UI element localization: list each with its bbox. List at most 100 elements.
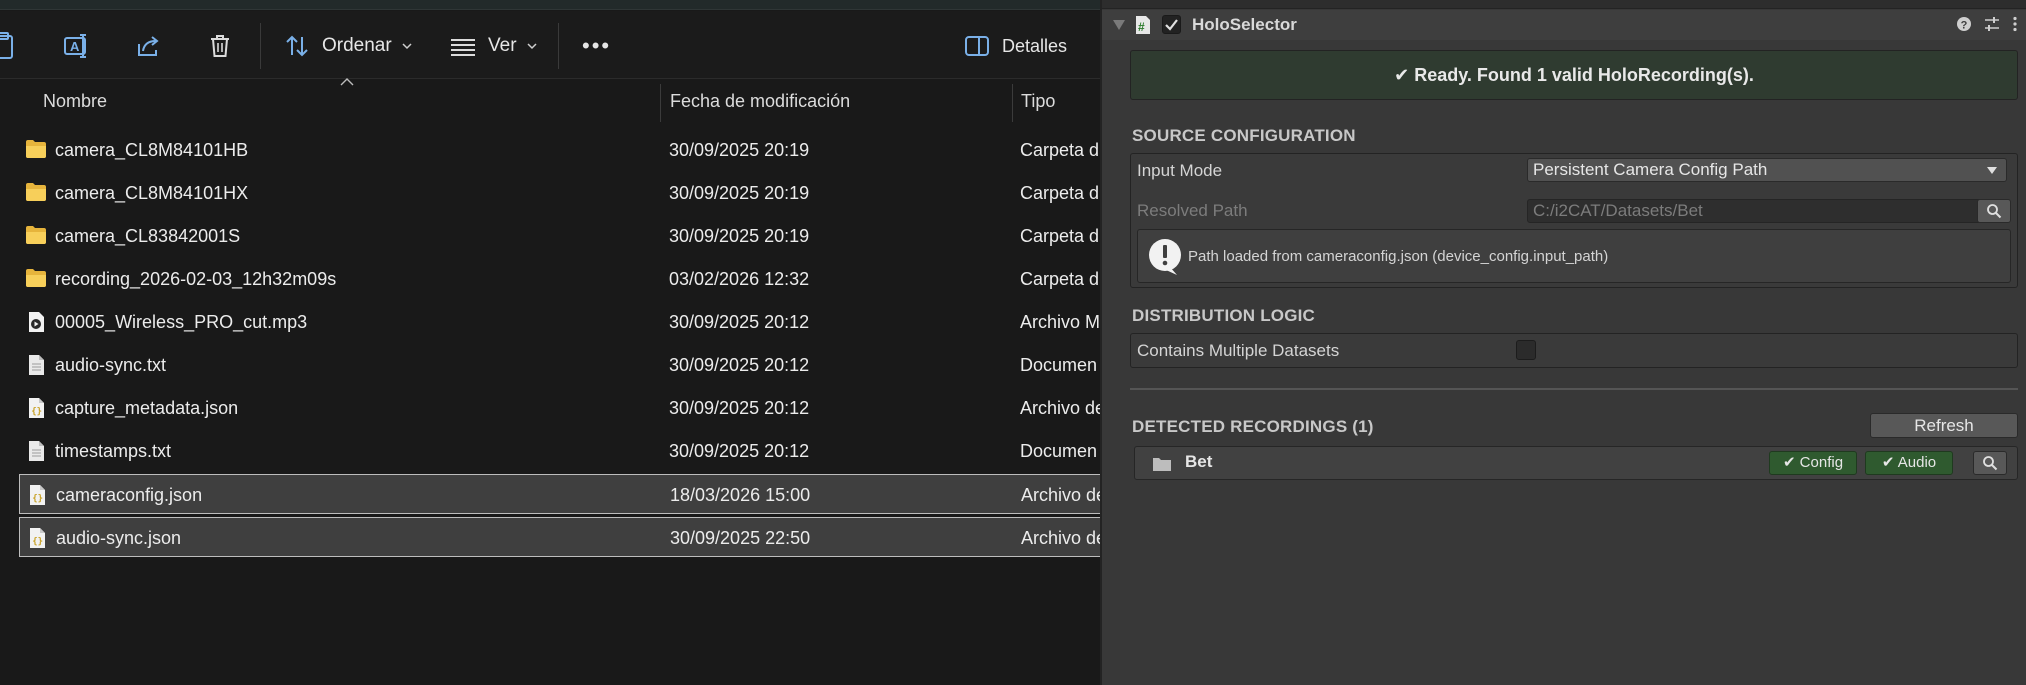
json-file-icon: {} [26,527,48,549]
file-modified-date: 03/02/2026 12:32 [669,269,810,289]
sort-button[interactable]: Ordenar [284,27,412,65]
more-options-button[interactable]: ••• [582,27,611,65]
file-name: recording_2026-02-03_12h32m09s [55,269,337,289]
path-info-text: Path loaded from cameraconfig.json (devi… [1188,248,1609,265]
file-modified-date: 30/09/2025 20:12 [669,441,810,461]
audio-status-badge: ✔ Audio [1865,451,1953,475]
search-icon [1987,204,2002,219]
multiple-datasets-label: Contains Multiple Datasets [1137,341,1340,360]
distribution-logic-box: Contains Multiple Datasets [1130,333,2018,368]
config-status-badge: ✔ Config [1769,451,1857,475]
share-icon[interactable] [134,27,162,65]
resolved-path-field: C:/i2CAT/Datasets/Bet [1527,199,2002,223]
column-divider[interactable] [1012,84,1013,122]
column-date-header[interactable]: Fecha de modificación [670,80,850,122]
file-modified-date: 30/09/2025 20:12 [669,398,810,418]
file-name: capture_metadata.json [55,398,239,418]
column-header: Nombre Fecha de modificación Tipo [0,80,1100,122]
input-mode-value: Persistent Camera Config Path [1533,160,1768,179]
file-row[interactable]: timestamps.txt 30/09/2025 20:12 Documen [19,431,1100,471]
toolbar-separator [558,23,559,69]
view-label: Ver [488,35,517,56]
file-modified-date: 30/09/2025 20:19 [669,226,810,246]
file-type: Carpeta d [1020,183,1100,203]
chevron-down-icon [402,43,412,50]
presets-sliders-icon[interactable] [1984,16,2000,32]
foldout-arrow-icon[interactable] [1112,19,1126,31]
details-button[interactable]: Detalles [964,27,1067,65]
file-modified-date: 30/09/2025 20:12 [669,355,810,375]
file-modified-date: 30/09/2025 20:19 [669,140,810,160]
multiple-datasets-checkbox[interactable] [1516,340,1536,360]
audio-file-icon [25,311,47,333]
column-type-header[interactable]: Tipo [1021,80,1055,122]
explorer-top-strip [0,0,1100,10]
svg-text:?: ? [1961,20,1968,32]
rename-icon[interactable]: A [62,27,90,65]
sort-label: Ordenar [322,35,392,56]
explorer-toolbar: A Ordenar Ver ••• Detalles [0,11,1100,79]
path-info-box: Path loaded from cameraconfig.json (devi… [1137,229,2011,283]
info-warning-icon [1149,239,1181,275]
file-row[interactable]: camera_CL8M84101HB 30/09/2025 20:19 Carpet… [19,130,1100,170]
file-modified-date: 30/09/2025 20:19 [669,183,810,203]
file-type: Archivo de [1020,398,1100,418]
kebab-menu-icon[interactable] [2012,16,2018,32]
file-type: Carpeta d [1020,140,1100,160]
file-row[interactable]: audio-sync.txt 30/09/2025 20:12 Documen [19,345,1100,385]
browse-path-button[interactable] [1977,199,2011,223]
file-name: audio-sync.json [56,528,182,548]
refresh-button[interactable]: Refresh [1870,413,2018,438]
file-modified-date: 18/03/2026 15:00 [670,485,811,505]
file-row[interactable]: {} audio-sync.json 30/09/2025 22:50 Archivo… [19,517,1100,557]
resolved-path-value: C:/i2CAT/Datasets/Bet [1533,201,1703,220]
file-row[interactable]: {} cameraconfig.json 18/03/2026 15:00 Archi… [19,474,1100,514]
file-name: 00005_Wireless_PRO_cut.mp3 [55,312,308,332]
details-label: Detalles [1002,35,1068,56]
column-divider[interactable] [660,84,661,122]
dropdown-arrow-icon [1987,167,1997,174]
text-file-icon [25,354,47,376]
sort-icon [286,35,308,57]
details-pane-icon [965,36,989,56]
file-row[interactable]: camera_CL83842001S 30/09/2025 20:19 Carpet… [19,216,1100,256]
file-type: Carpeta d [1020,226,1100,246]
view-button[interactable]: Ver [450,27,537,65]
folder-icon [1153,458,1171,471]
status-message: ✔ Ready. Found 1 valid HoloRecording(s). [1394,64,1754,85]
svg-text:#: # [1138,20,1145,34]
file-row[interactable]: {} capture_metadata.json 30/09/2025 20:12 A… [19,388,1100,428]
source-configuration-box: Input Mode Persistent Camera Config Path… [1130,153,2018,288]
folder-icon [25,268,47,290]
file-name: audio-sync.txt [55,355,167,375]
file-name: camera_CL83842001S [55,226,241,246]
recording-item[interactable]: Bet ✔ Config ✔ Audio [1134,446,2018,480]
component-enabled-checkbox[interactable] [1162,15,1181,34]
file-type: Archivo de [1021,528,1100,548]
file-explorer: A Ordenar Ver ••• Detalles Nombre Fecha … [0,0,1100,685]
delete-icon[interactable] [206,27,234,65]
json-file-icon: {} [26,484,48,506]
component-header[interactable]: # HoloSelector ? [1102,10,2026,40]
status-message-box: ✔ Ready. Found 1 valid HoloRecording(s). [1130,50,2018,100]
svg-text:{}: {} [32,537,43,547]
paste-icon[interactable] [0,27,14,65]
checkmark-icon [1165,19,1178,31]
inspect-recording-button[interactable] [1973,451,2007,475]
component-title: HoloSelector [1192,15,1297,34]
svg-text:{}: {} [31,407,42,417]
inspector-top-strip [1102,0,2026,9]
view-list-icon [451,39,475,56]
detected-recordings-title: DETECTED RECORDINGS (1) [1132,417,1374,436]
toolbar-separator [260,23,261,69]
column-name-header[interactable]: Nombre [43,80,107,122]
file-type: Carpeta d [1020,269,1100,289]
file-row[interactable]: recording_2026-02-03_12h32m09s 03/02/2026… [19,259,1100,299]
input-mode-dropdown[interactable]: Persistent Camera Config Path [1527,158,2007,182]
folder-icon [25,182,47,204]
text-file-icon [25,440,47,462]
help-icon[interactable]: ? [1956,16,1972,32]
file-row[interactable]: camera_CL8M84101HX 30/09/2025 20:19 Carpet… [19,173,1100,213]
file-row[interactable]: 00005_Wireless_PRO_cut.mp3 30/09/2025 20:… [19,302,1100,342]
recording-name: Bet [1185,452,1213,471]
